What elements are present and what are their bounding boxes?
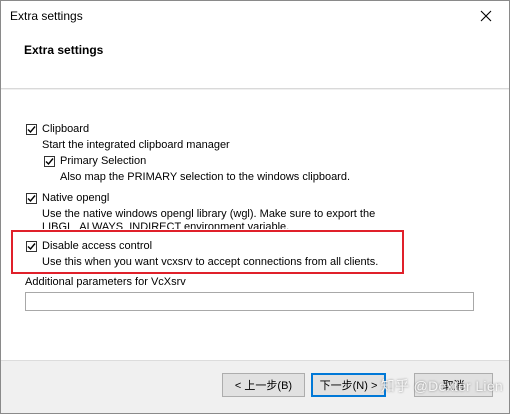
header-panel: Extra settings — [1, 31, 509, 89]
check-icon — [27, 125, 36, 133]
close-icon — [480, 10, 492, 22]
back-button[interactable]: < 上一步(B) — [222, 373, 305, 397]
native-opengl-description-line2: LIBGL_ALWAYS_INDIRECT environment variab… — [42, 221, 290, 229]
settings-content: Clipboard Start the integrated clipboard… — [1, 90, 509, 360]
native-opengl-label: Native opengl — [42, 192, 110, 204]
native-opengl-option[interactable]: Native opengl — [26, 192, 109, 204]
next-button[interactable]: 下一步(N) > — [311, 373, 386, 397]
clipboard-description: Start the integrated clipboard manager — [42, 139, 230, 151]
primary-selection-checkbox[interactable] — [44, 155, 55, 167]
check-icon — [45, 157, 54, 165]
button-bar: < 上一步(B) 下一步(N) > 取消 — [1, 360, 509, 413]
native-opengl-checkbox[interactable] — [26, 192, 37, 204]
highlight-box — [11, 230, 404, 274]
window-title: Extra settings — [10, 9, 83, 23]
native-opengl-description-line1: Use the native windows opengl library (w… — [42, 208, 376, 220]
primary-selection-option[interactable]: Primary Selection — [44, 155, 146, 167]
clipboard-checkbox[interactable] — [26, 123, 37, 135]
primary-selection-label: Primary Selection — [60, 155, 147, 167]
title-bar[interactable]: Extra settings — [1, 1, 509, 31]
close-button[interactable] — [463, 1, 509, 31]
additional-params-input[interactable] — [25, 292, 474, 311]
page-title: Extra settings — [24, 43, 104, 57]
cancel-button[interactable]: 取消 — [414, 373, 493, 397]
clipboard-label: Clipboard — [42, 123, 90, 135]
additional-params-label: Additional parameters for VcXsrv — [25, 276, 186, 288]
check-icon — [27, 194, 36, 202]
primary-selection-description: Also map the PRIMARY selection to the wi… — [60, 171, 351, 183]
clipboard-option[interactable]: Clipboard — [26, 123, 89, 135]
wizard-window: Extra settings Extra settings Clipboard … — [0, 0, 510, 414]
